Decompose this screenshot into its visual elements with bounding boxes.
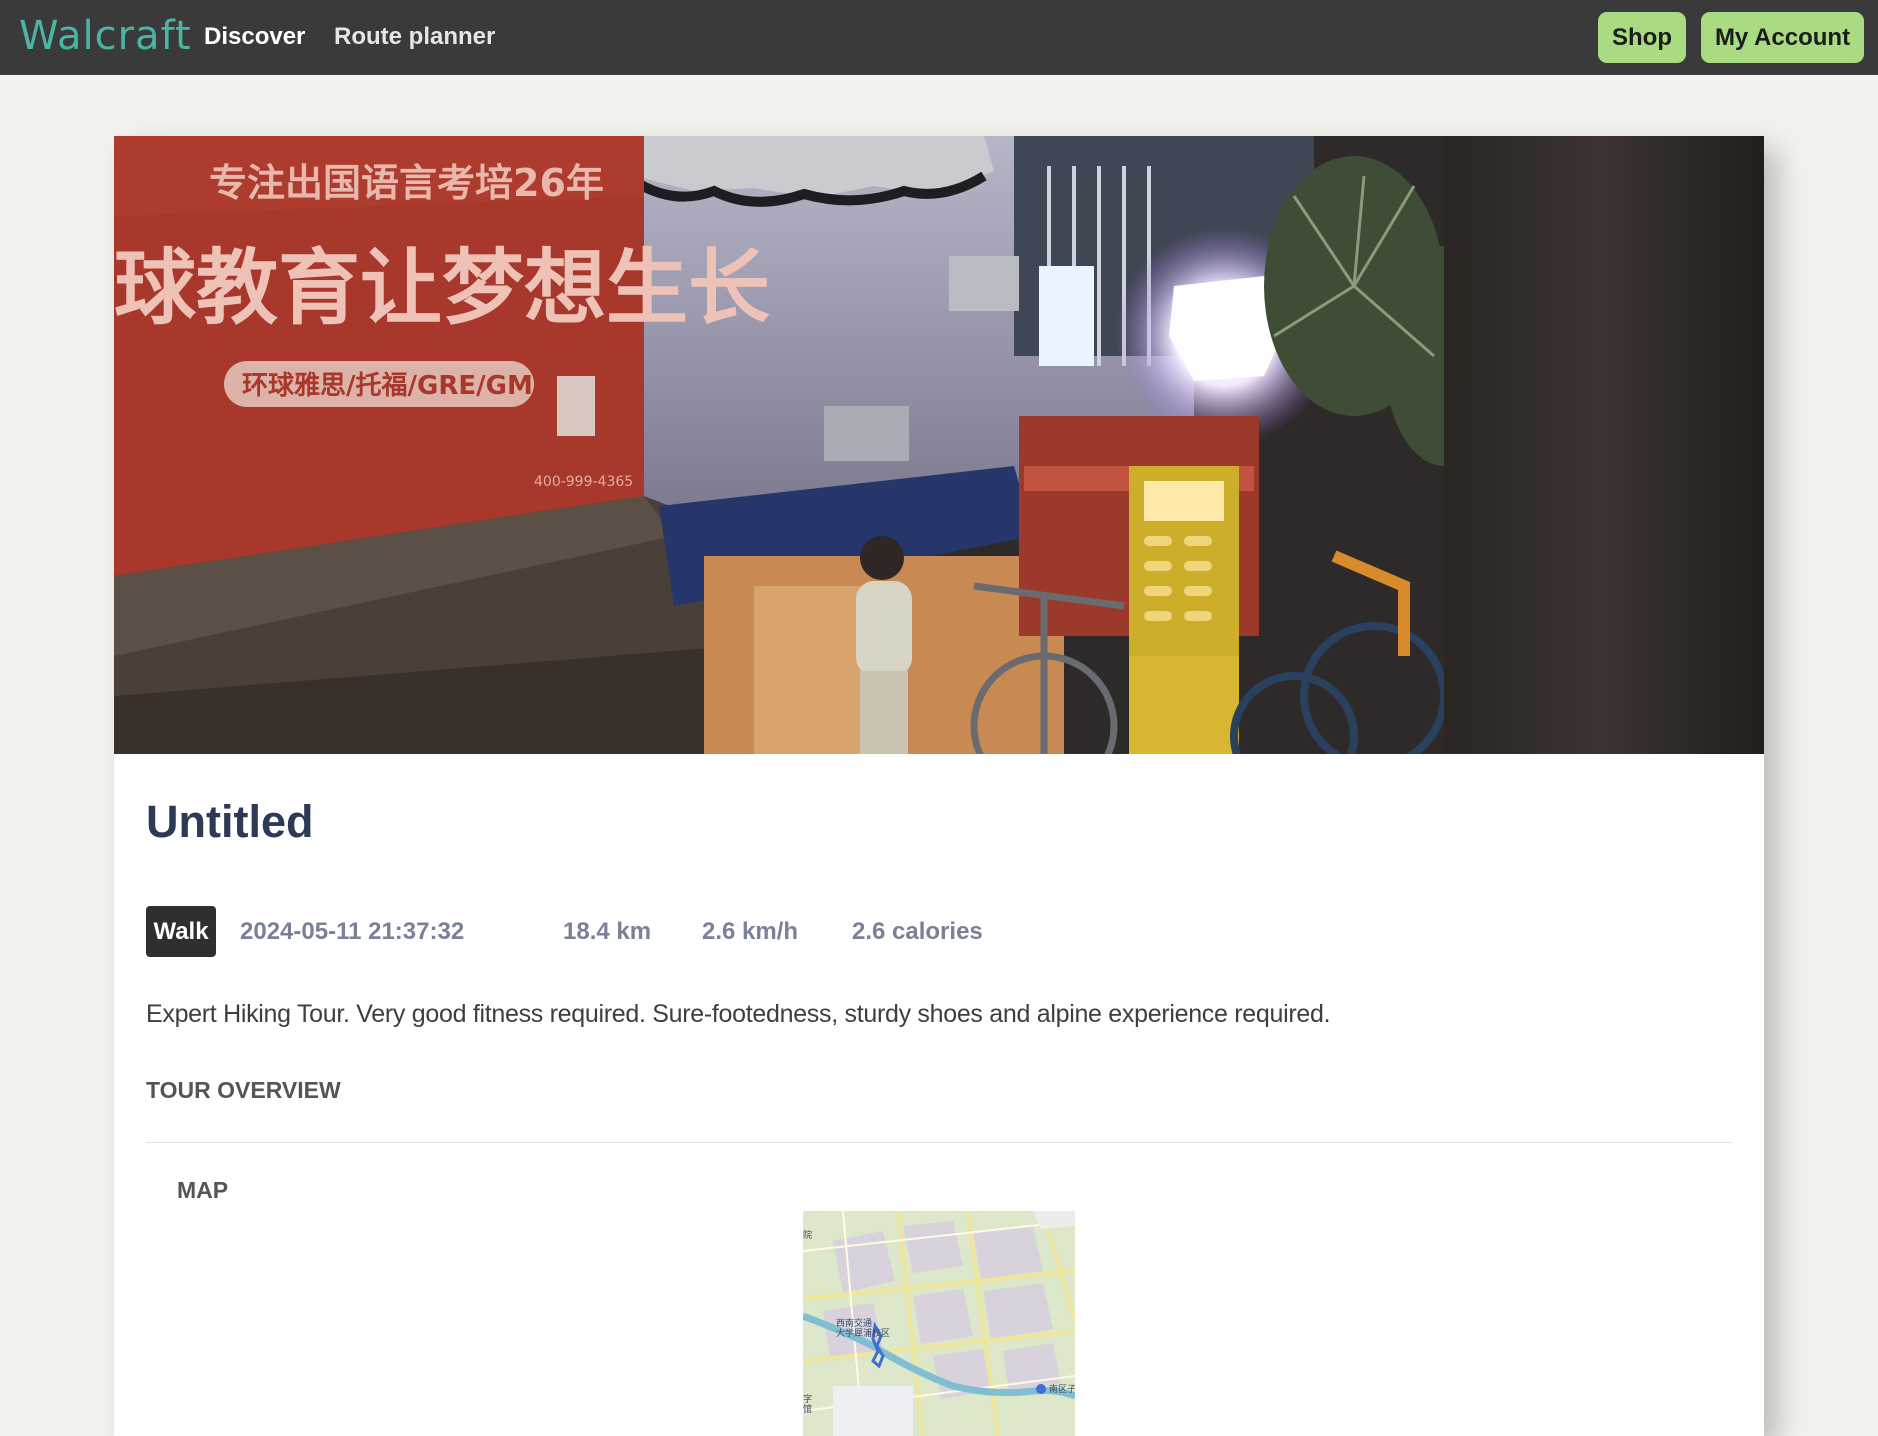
tour-overview-heading: TOUR OVERVIEW [146, 1077, 341, 1103]
signboard-line-1: 专注出国语言考培26年 [209, 161, 604, 205]
route-map-thumbnail[interactable]: 西南交通 大学犀浦校区 南区子 院 字 馆 [803, 1211, 1075, 1436]
signboard-phone: 400-999-4365 [534, 474, 633, 490]
map-label-campus: 西南交通 大学犀浦校区 [836, 1319, 891, 1339]
my-account-button[interactable]: My Account [1701, 12, 1864, 63]
map-label-district: 南区子 [1049, 1385, 1075, 1395]
signboard-line-2: 球教育让梦想生长 [114, 241, 770, 336]
map-label-top-left: 院 [803, 1231, 813, 1241]
nav-link-route-planner[interactable]: Route planner [334, 22, 495, 52]
nav-link-discover[interactable]: Discover [204, 22, 305, 52]
tour-card: 专注出国语言考培26年 球教育让梦想生长 环球雅思/托福/GRE/GMAT 40… [114, 136, 1764, 1436]
tour-description: Expert Hiking Tour. Very good fitness re… [146, 1000, 1331, 1028]
map-heading: MAP [177, 1177, 229, 1203]
tour-title: Untitled [146, 796, 314, 847]
tour-speed: 2.6 km/h [702, 918, 799, 945]
tour-datetime: 2024-05-11 21:37:32 [240, 918, 465, 945]
sport-badge: Walk [146, 906, 216, 957]
brand-logo[interactable]: Walcraft [19, 10, 192, 62]
top-navbar: Walcraft Discover Route planner Shop My … [0, 0, 1878, 75]
tour-calories: 2.6 calories [852, 918, 983, 945]
section-divider [146, 1142, 1732, 1143]
signboard-line-3: 环球雅思/托福/GRE/GMAT [242, 371, 569, 401]
hero-photo: 专注出国语言考培26年 球教育让梦想生长 环球雅思/托福/GRE/GMAT 40… [114, 136, 1764, 754]
map-label-bottom-left: 字 馆 [803, 1395, 813, 1415]
shop-button[interactable]: Shop [1598, 12, 1686, 63]
tour-distance: 18.4 km [563, 918, 652, 945]
